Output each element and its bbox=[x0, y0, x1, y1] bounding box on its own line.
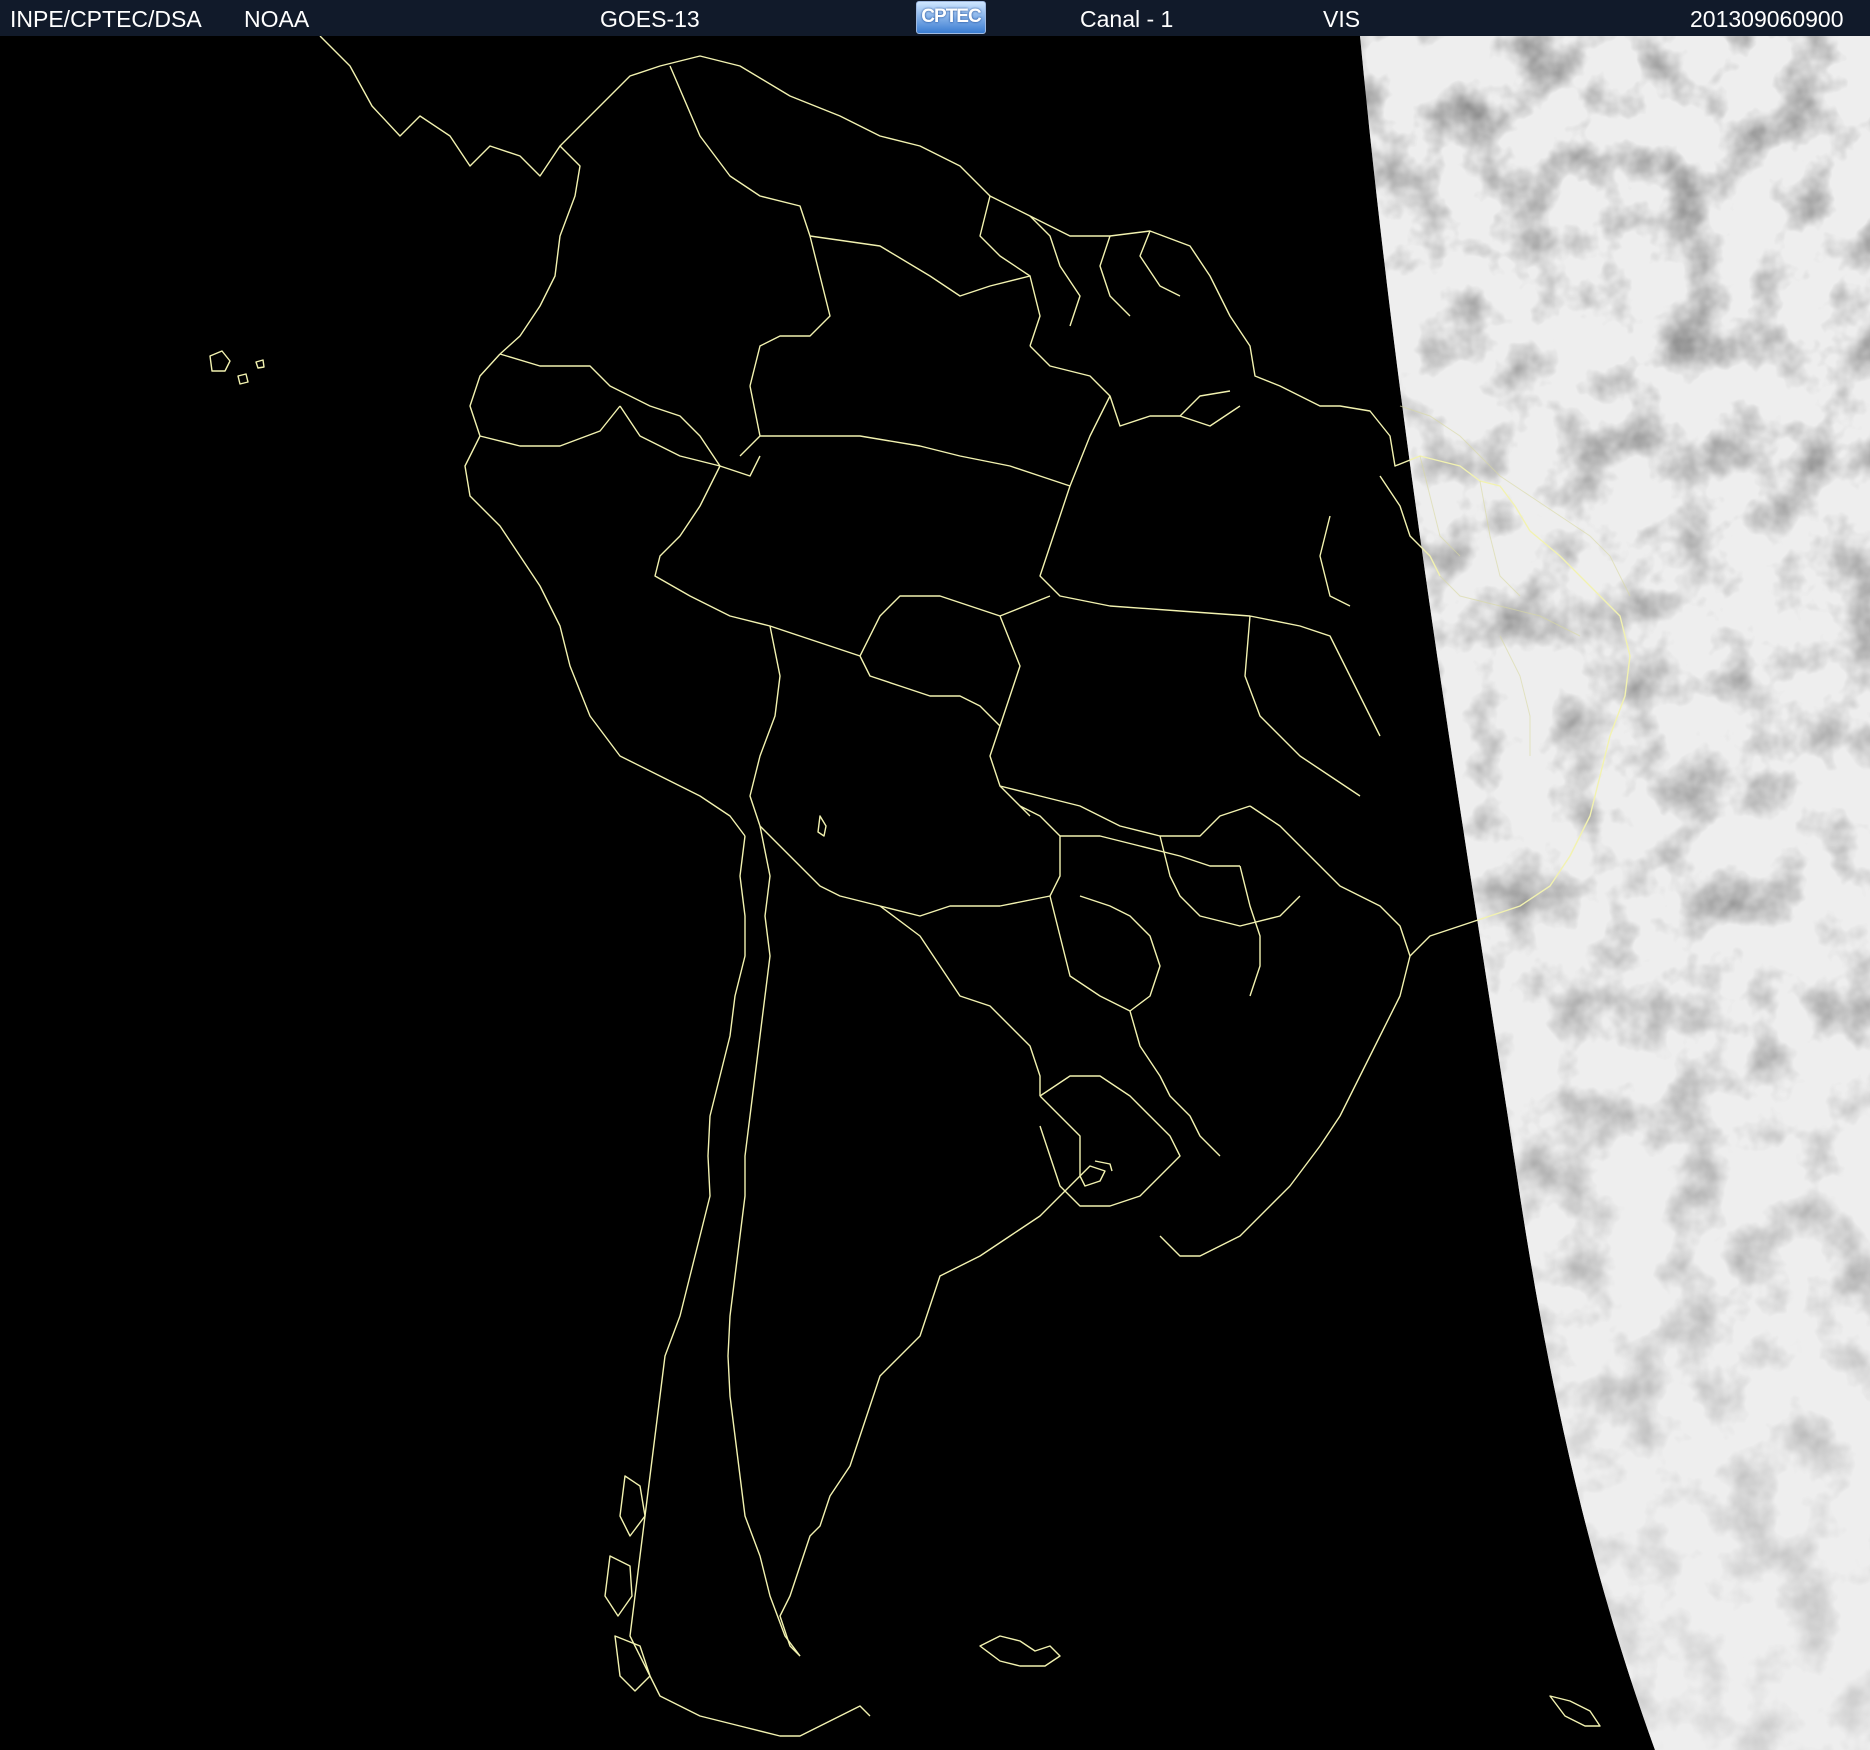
image-header: INPE/CPTEC/DSA NOAA GOES-13 CPTEC Canal … bbox=[0, 0, 1870, 37]
cloud-texture bbox=[1360, 36, 1870, 1750]
cptec-logo-icon: CPTEC bbox=[916, 1, 986, 34]
channel-label: Canal - 1 bbox=[1080, 6, 1174, 32]
source-label: INPE/CPTEC/DSA bbox=[10, 6, 202, 32]
agency-label: NOAA bbox=[244, 6, 310, 32]
satellite-map bbox=[0, 36, 1870, 1750]
satellite-label: GOES-13 bbox=[600, 6, 700, 32]
band-label: VIS bbox=[1323, 6, 1361, 32]
map-canvas bbox=[209, 36, 1870, 1750]
timestamp-label: 201309060900 bbox=[1690, 6, 1844, 32]
